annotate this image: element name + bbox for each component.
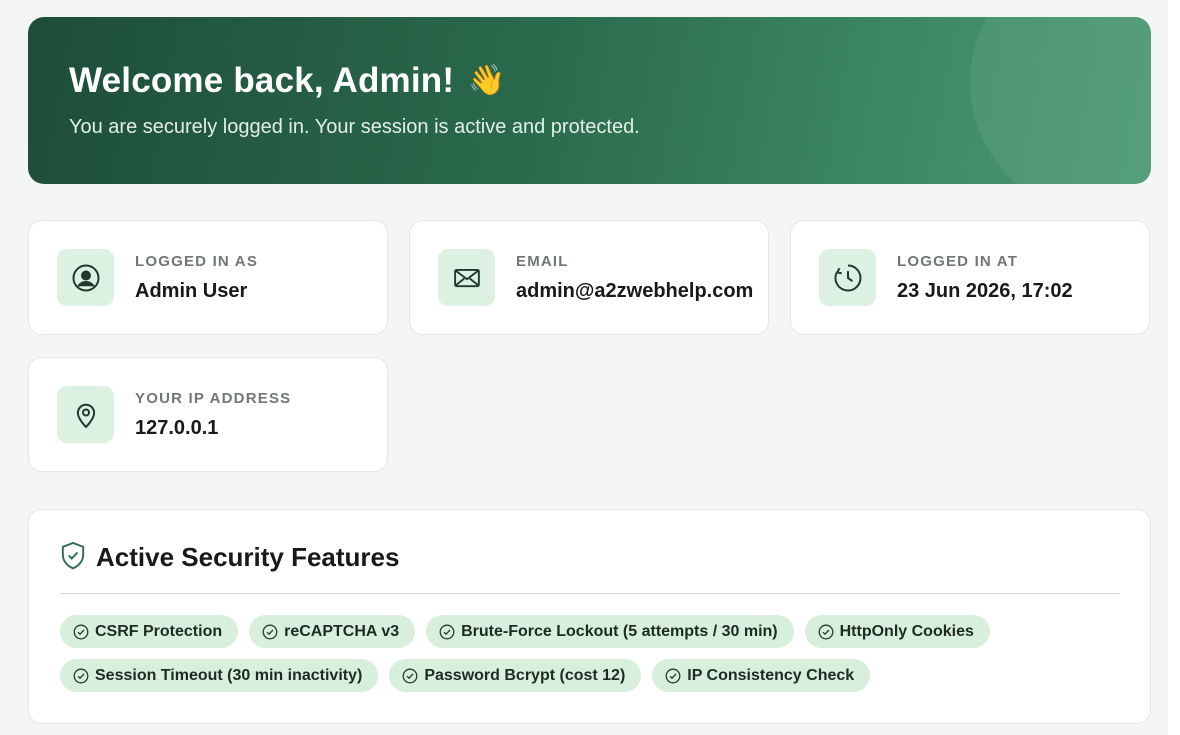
section-title: Active Security Features	[96, 542, 400, 572]
dashboard-page: Welcome back, Admin! 👋 You are securely l…	[0, 0, 1180, 735]
card-value: 23 Jun 2026, 17:02	[897, 280, 1073, 302]
card-ip-address: YOUR IP ADDRESS 127.0.0.1	[28, 357, 388, 472]
check-circle-icon	[73, 668, 89, 683]
check-circle-icon	[439, 624, 455, 639]
feature-label: CSRF Protection	[95, 622, 223, 640]
check-circle-icon	[818, 624, 834, 639]
feature-row: Session Timeout (30 min inactivity) Pass…	[60, 659, 871, 692]
feature-label: reCAPTCHA v3	[284, 622, 400, 640]
map-pin-icon	[57, 386, 114, 443]
feature-row: CSRF Protection reCAPTCHA v3 Brute-Force…	[60, 615, 990, 648]
check-circle-icon	[402, 668, 418, 683]
feature-pill: Password Bcrypt (cost 12)	[389, 659, 642, 692]
feature-label: Session Timeout (30 min inactivity)	[95, 666, 363, 684]
envelope-icon	[438, 249, 495, 306]
clock-icon	[819, 249, 876, 306]
security-features-panel: Active Security Features CSRF Protection…	[28, 509, 1151, 724]
welcome-banner: Welcome back, Admin! 👋 You are securely l…	[28, 17, 1151, 184]
card-logged-in-at: LOGGED IN AT 23 Jun 2026, 17:02	[790, 220, 1150, 335]
welcome-subtitle: You are securely logged in. Your session…	[69, 116, 640, 138]
check-circle-icon	[73, 624, 89, 639]
shield-check-icon	[61, 541, 85, 570]
waving-hand-icon: 👋	[468, 64, 506, 97]
welcome-title: Welcome back, Admin! 👋	[69, 61, 506, 101]
card-value: admin@a2zwebhelp.com	[516, 280, 754, 302]
scroll-gutter	[1168, 0, 1180, 735]
feature-pill: Session Timeout (30 min inactivity)	[60, 659, 379, 692]
section-divider	[60, 593, 1120, 594]
card-value: Admin User	[135, 280, 248, 302]
user-circle-icon	[57, 249, 114, 306]
feature-pill: HttpOnly Cookies	[804, 615, 990, 648]
welcome-title-text: Welcome back, Admin!	[69, 61, 455, 100]
card-label: EMAIL	[516, 253, 569, 270]
card-email: EMAIL admin@a2zwebhelp.com	[409, 220, 769, 335]
feature-pill: Brute-Force Lockout (5 attempts / 30 min…	[426, 615, 794, 648]
feature-pill: reCAPTCHA v3	[249, 615, 416, 648]
feature-pill: CSRF Protection	[60, 615, 239, 648]
feature-pill: IP Consistency Check	[652, 659, 871, 692]
card-label: LOGGED IN AT	[897, 253, 1019, 270]
card-value: 127.0.0.1	[135, 417, 219, 439]
feature-label: HttpOnly Cookies	[839, 622, 974, 640]
banner-decoration	[970, 17, 1151, 184]
check-circle-icon	[262, 624, 278, 639]
feature-label: Password Bcrypt (cost 12)	[424, 666, 626, 684]
card-label: LOGGED IN AS	[135, 253, 259, 270]
feature-label: Brute-Force Lockout (5 attempts / 30 min…	[461, 622, 778, 640]
feature-label: IP Consistency Check	[687, 666, 855, 684]
card-label: YOUR IP ADDRESS	[135, 390, 292, 407]
check-circle-icon	[665, 668, 681, 683]
card-logged-in-as: LOGGED IN AS Admin User	[28, 220, 388, 335]
